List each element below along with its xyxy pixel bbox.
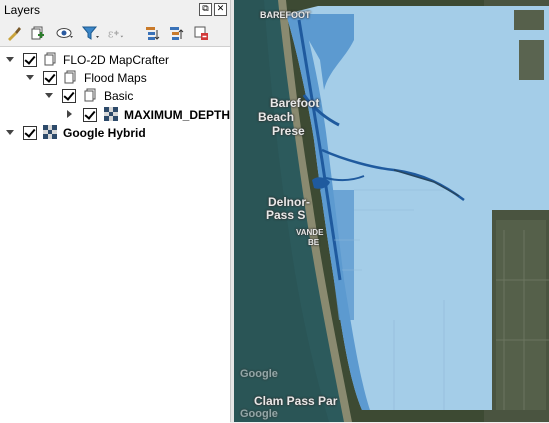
map-label: Beach (258, 110, 295, 124)
group-icon (44, 52, 56, 66)
layer-checkbox[interactable] (62, 89, 76, 103)
chevron-down-icon[interactable] (26, 73, 34, 81)
tree-item-maximum-depth[interactable]: MAXIMUM_DEPTH (0, 106, 230, 124)
map-label: VANDE (296, 228, 324, 237)
map-label: BE (308, 238, 320, 247)
style-manager-icon[interactable] (5, 24, 23, 42)
layer-checkbox[interactable] (83, 108, 97, 122)
chevron-down-icon[interactable] (45, 91, 53, 99)
raster-icon (43, 125, 57, 139)
layer-label: Flood Maps (84, 71, 147, 85)
add-group-icon[interactable] (28, 24, 46, 42)
map-canvas[interactable]: BAREFOOT Barefoot Beach Prese Delnor- Pa… (234, 0, 549, 422)
float-panel-button[interactable]: ⧉ (199, 3, 212, 16)
expand-all-icon[interactable] (143, 24, 161, 42)
layer-checkbox[interactable] (23, 53, 37, 67)
chevron-down-icon[interactable] (6, 128, 14, 136)
chevron-down-icon[interactable] (6, 55, 14, 63)
layer-checkbox[interactable] (23, 126, 37, 140)
layers-toolbar: ε (0, 22, 230, 46)
layer-label: FLO-2D MapCrafter (63, 53, 170, 67)
layer-label: Basic (104, 89, 134, 103)
map-label: Pass S (266, 208, 306, 222)
map-label: BAREFOOT (260, 10, 311, 20)
close-panel-button[interactable]: ✕ (214, 3, 227, 16)
group-icon (84, 88, 96, 102)
tree-item-flood-maps[interactable]: Flood Maps (0, 69, 230, 87)
map-label: Delnor- (268, 195, 310, 209)
chevron-right-icon[interactable] (65, 110, 73, 118)
collapse-all-icon[interactable] (167, 24, 185, 42)
google-watermark: Google (240, 368, 278, 380)
svg-text:ε: ε (108, 28, 114, 41)
panel-header: Layers ⧉ ✕ (0, 0, 230, 20)
layer-tree: FLO-2D MapCrafter Flood Maps Basic MAXIM… (0, 46, 230, 423)
filter-expression-icon[interactable]: ε (107, 24, 125, 42)
layers-panel: Layers ⧉ ✕ ε FLO-2D MapCrafter Flood Map… (0, 0, 230, 423)
raster-icon (104, 107, 118, 121)
group-icon (64, 70, 76, 84)
map-label: Barefoot (270, 96, 320, 110)
layer-label: MAXIMUM_DEPTH (124, 108, 231, 122)
panel-title: Layers (4, 3, 41, 17)
visibility-icon[interactable] (56, 24, 74, 42)
map-label: Prese (272, 124, 305, 138)
filter-icon[interactable] (82, 24, 100, 42)
tree-item-google-hybrid[interactable]: Google Hybrid (0, 124, 230, 142)
layer-checkbox[interactable] (43, 71, 57, 85)
layer-label: Google Hybrid (63, 126, 146, 140)
google-watermark: Google (240, 408, 278, 420)
map-label: Clam Pass Par (254, 394, 338, 408)
remove-layer-icon[interactable] (192, 24, 210, 42)
tree-item-flo2d-mapcrafter[interactable]: FLO-2D MapCrafter (0, 51, 230, 69)
tree-item-basic[interactable]: Basic (0, 87, 230, 105)
